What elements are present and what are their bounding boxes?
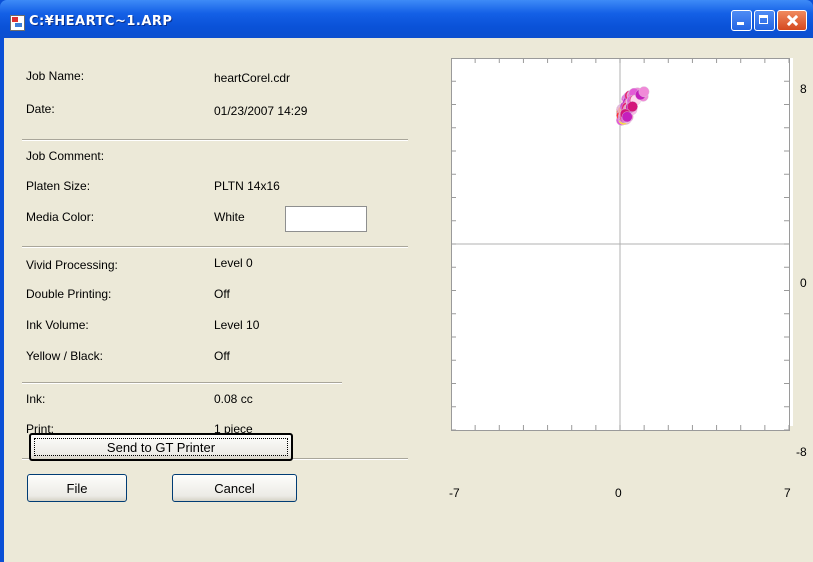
close-button[interactable] [777,10,807,31]
window-title: C:¥HEARTC~1.ARP [29,14,173,29]
double-printing-value: Off [214,287,230,301]
y-tick-label: -8 [796,445,807,459]
minimize-button[interactable] [731,10,752,31]
heart-dot [621,111,633,123]
plot-canvas [451,58,790,431]
dialog-body: Job Name: heartCorel.cdr Date: 01/23/200… [4,38,813,562]
ink-volume-label: Ink Volume: [26,318,89,332]
app-icon[interactable] [10,15,25,31]
job-name-label: Job Name: [26,69,85,83]
date-value: 01/23/2007 14:29 [214,104,308,118]
vivid-processing-label: Vivid Processing: [26,258,118,272]
x-tick-label: 0 [615,486,622,500]
media-color-swatch [285,206,367,232]
separator [22,382,342,384]
y-tick-label: 0 [800,276,807,290]
y-tick-label: 8 [800,82,807,96]
job-name-value: heartCorel.cdr [214,71,291,85]
date-label: Date: [26,102,55,116]
cancel-button-label: Cancel [214,480,255,496]
vivid-processing-value: Level 0 [214,256,253,270]
heart-dot [627,101,638,112]
platen-size-value: PLTN 14x16 [214,179,280,193]
double-printing-label: Double Printing: [26,287,112,301]
x-tick-label: 7 [784,486,791,500]
application-window: C:¥HEARTC~1.ARP Job Name: heartCorel.cdr… [0,0,813,562]
cancel-button[interactable]: Cancel [172,474,297,502]
heart-dot [638,86,650,98]
job-comment-label: Job Comment: [26,149,105,163]
yellow-black-value: Off [214,349,230,363]
x-tick-label: -7 [449,486,460,500]
yellow-black-label: Yellow / Black: [26,349,103,363]
send-to-printer-label: Send to GT Printer [106,439,216,455]
ink-label: Ink: [26,392,46,406]
send-to-printer-button[interactable]: Send to GT Printer [29,433,293,461]
file-button[interactable]: File [27,474,127,502]
separator [22,139,408,141]
separator [22,246,408,248]
title-bar[interactable]: C:¥HEARTC~1.ARP [0,0,813,38]
media-color-value: White [214,210,245,224]
ink-value: 0.08 cc [214,392,253,406]
ink-volume-value: Level 10 [214,318,260,332]
file-button-label: File [66,480,88,496]
print-preview-plot [451,58,793,431]
platen-size-label: Platen Size: [26,179,91,193]
media-color-label: Media Color: [26,210,95,224]
maximize-button[interactable] [754,10,775,31]
